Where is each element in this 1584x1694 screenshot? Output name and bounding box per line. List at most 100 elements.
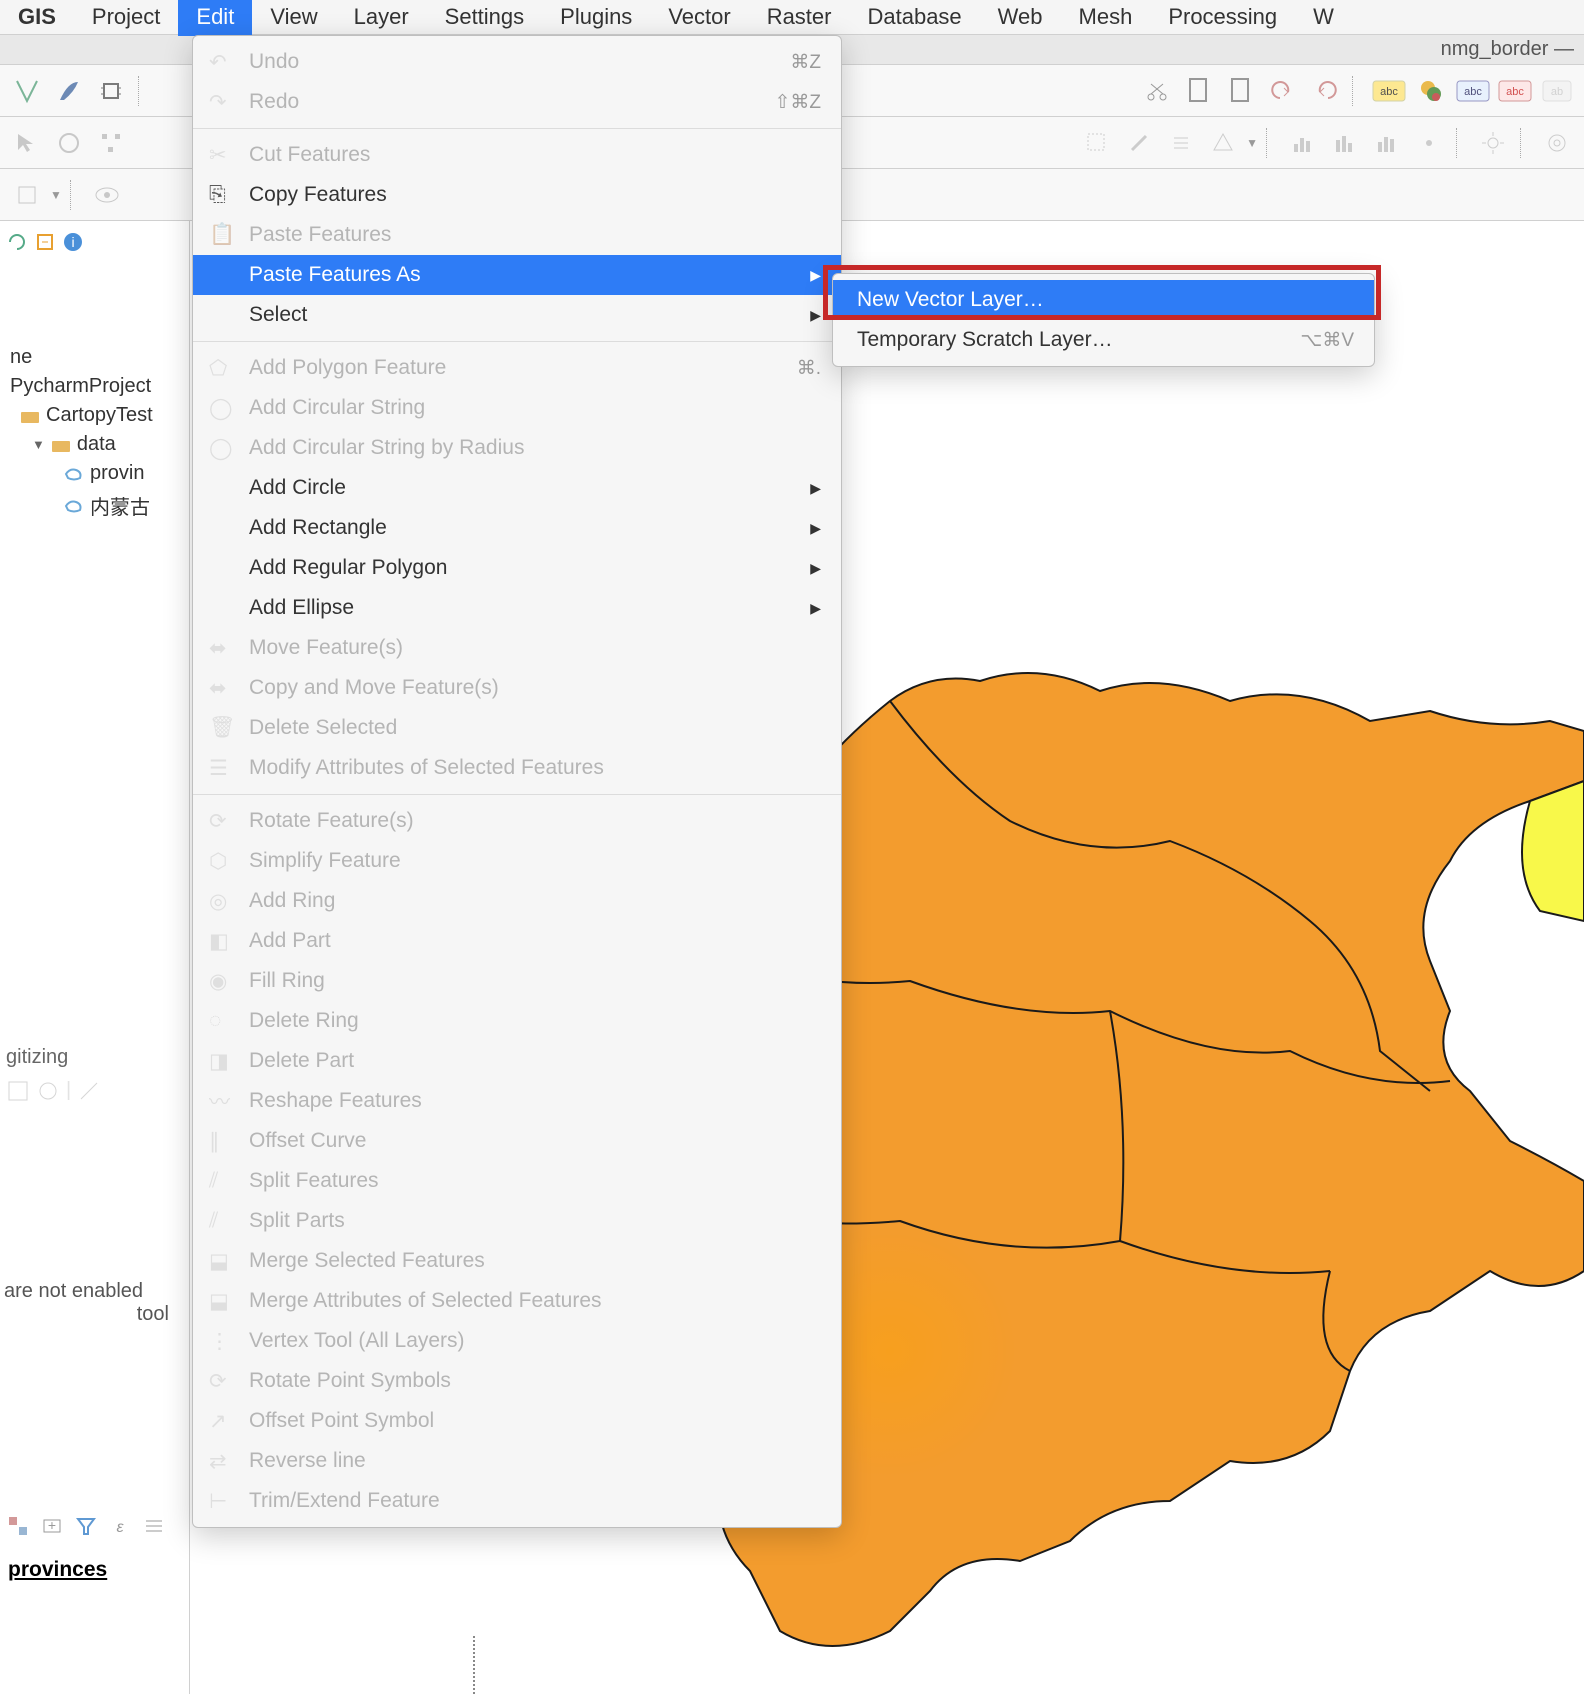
menu-vertex-tool[interactable]: ⋮Vertex Tool (All Layers) [193,1321,841,1361]
brush-tool-icon[interactable] [1120,124,1158,162]
style-icon[interactable] [6,1514,34,1542]
ab-gray-icon[interactable]: ab [1538,72,1576,110]
menubar-mesh[interactable]: Mesh [1061,0,1151,36]
quill-icon[interactable] [50,72,88,110]
menubar-vector[interactable]: Vector [650,0,748,36]
submenu-temp-scratch-layer[interactable]: Temporary Scratch Layer…⌥⌘V [833,320,1374,360]
menu-offset-point[interactable]: ↗Offset Point Symbol [193,1401,841,1441]
abc-yellow-icon[interactable]: abc [1370,72,1408,110]
menubar-layer[interactable]: Layer [336,0,427,36]
menu-cut-features[interactable]: ✂Cut Features [193,135,841,175]
menu-rotate[interactable]: ⟳Rotate Feature(s) [193,801,841,841]
page2-icon[interactable] [1222,72,1260,110]
menubar-database[interactable]: Database [849,0,979,36]
tree-provin[interactable]: provin [6,459,183,488]
menubar-app[interactable]: GIS [0,0,74,36]
dig-tool-icon[interactable] [36,1079,60,1109]
undo-toolbar-icon[interactable] [1264,72,1302,110]
menu-separator [193,128,841,129]
collapse-icon[interactable] [34,231,56,259]
hist3-icon[interactable] [1368,124,1406,162]
add-group-icon[interactable]: + [40,1514,68,1542]
menu-copy-move[interactable]: ⬌Copy and Move Feature(s) [193,668,841,708]
menu-rotate-point[interactable]: ⟳Rotate Point Symbols [193,1361,841,1401]
menu-merge-features[interactable]: ⬓Merge Selected Features [193,1241,841,1281]
menu-select[interactable]: Select▶ [193,295,841,335]
menu-delete-ring[interactable]: ◌Delete Ring [193,1001,841,1041]
tree-pycharm[interactable]: PycharmProject [6,372,183,401]
menubar-w[interactable]: W [1295,0,1352,36]
menu-reverse-line[interactable]: ⇄Reverse line [193,1441,841,1481]
filter-icon[interactable] [74,1514,102,1542]
page-icon[interactable] [1180,72,1218,110]
expression-icon[interactable]: ε [108,1514,136,1542]
menu-split-parts[interactable]: ⫽Split Parts [193,1201,841,1241]
menu-redo[interactable]: ↷Redo⇧⌘Z [193,82,841,122]
abc-blue-icon[interactable]: abc [1454,72,1492,110]
panel-divider[interactable] [473,1636,475,1694]
menu-simplify[interactable]: ⬡Simplify Feature [193,841,841,881]
menu-add-circular-radius[interactable]: ◯Add Circular String by Radius [193,428,841,468]
menu-add-ring[interactable]: ◎Add Ring [193,881,841,921]
target-icon[interactable] [1538,124,1576,162]
shape-tool-icon[interactable] [1204,124,1242,162]
menu-add-regular-polygon[interactable]: Add Regular Polygon▶ [193,548,841,588]
menu-move-feature[interactable]: ⬌Move Feature(s) [193,628,841,668]
tree-neimeng[interactable]: 内蒙古 [6,488,183,523]
menu-merge-attributes[interactable]: ⬓Merge Attributes of Selected Features [193,1281,841,1321]
dot-tool-icon[interactable] [1410,124,1448,162]
menubar-raster[interactable]: Raster [749,0,850,36]
menu-delete-selected[interactable]: 🗑Delete Selected [193,708,841,748]
hist2-icon[interactable] [1326,124,1364,162]
box-icon[interactable] [8,176,46,214]
node-icon[interactable] [92,124,130,162]
tree-ne[interactable]: ne [6,343,183,372]
menubar-project[interactable]: Project [74,0,178,36]
tree-data[interactable]: ▼data [6,430,183,459]
layer-provinces[interactable]: provinces [4,1555,111,1585]
menu-split-features[interactable]: ⫽Split Features [193,1161,841,1201]
menubar-settings[interactable]: Settings [427,0,543,36]
layer-list-icon[interactable] [142,1514,170,1542]
menu-copy-features[interactable]: ⎘Copy Features [193,175,841,215]
scissors-icon[interactable] [1138,72,1176,110]
tree-cartopy[interactable]: CartopyTest [6,401,183,430]
menu-add-circle[interactable]: Add Circle▶ [193,468,841,508]
pan-icon[interactable] [50,124,88,162]
menu-undo[interactable]: ↶Undo⌘Z [193,42,841,82]
align-tool-icon[interactable] [1162,124,1200,162]
menu-add-rectangle[interactable]: Add Rectangle▶ [193,508,841,548]
menu-reshape[interactable]: 〰Reshape Features [193,1081,841,1121]
menu-paste-features-as[interactable]: Paste Features As▶ [193,255,841,295]
menu-add-part[interactable]: ◧Add Part [193,921,841,961]
hist-icon[interactable] [1284,124,1322,162]
menu-add-circular-string[interactable]: ◯Add Circular String [193,388,841,428]
menu-add-ellipse[interactable]: Add Ellipse▶ [193,588,841,628]
menubar-web[interactable]: Web [980,0,1061,36]
refresh-tree-icon[interactable] [6,231,28,259]
sun-icon[interactable] [1474,124,1512,162]
chip-icon[interactable] [92,72,130,110]
eye-icon[interactable] [88,176,126,214]
abc-red-icon[interactable]: abc [1496,72,1534,110]
sel-tool-icon[interactable] [1078,124,1116,162]
cursor-icon[interactable] [8,124,46,162]
redo-toolbar-icon[interactable] [1306,72,1344,110]
menubar-plugins[interactable]: Plugins [542,0,650,36]
v-icon[interactable] [8,72,46,110]
menubar-edit[interactable]: Edit [178,0,252,36]
info-icon[interactable]: i [62,231,84,259]
menu-delete-part[interactable]: ◨Delete Part [193,1041,841,1081]
menu-trim-extend[interactable]: ⊢Trim/Extend Feature [193,1481,841,1521]
menu-fill-ring[interactable]: ◉Fill Ring [193,961,841,1001]
menu-add-polygon[interactable]: ⬠Add Polygon Feature⌘. [193,348,841,388]
submenu-new-vector-layer[interactable]: New Vector Layer… [833,280,1374,320]
dig-tool-icon[interactable] [6,1079,30,1109]
menu-offset-curve[interactable]: ∥Offset Curve [193,1121,841,1161]
menu-paste-features[interactable]: 📋Paste Features [193,215,841,255]
dig-tool-icon[interactable] [77,1079,101,1109]
menu-modify-attributes[interactable]: ☰Modify Attributes of Selected Features [193,748,841,788]
menubar-view[interactable]: View [252,0,335,36]
color-circle-icon[interactable] [1412,72,1450,110]
menubar-processing[interactable]: Processing [1150,0,1295,36]
